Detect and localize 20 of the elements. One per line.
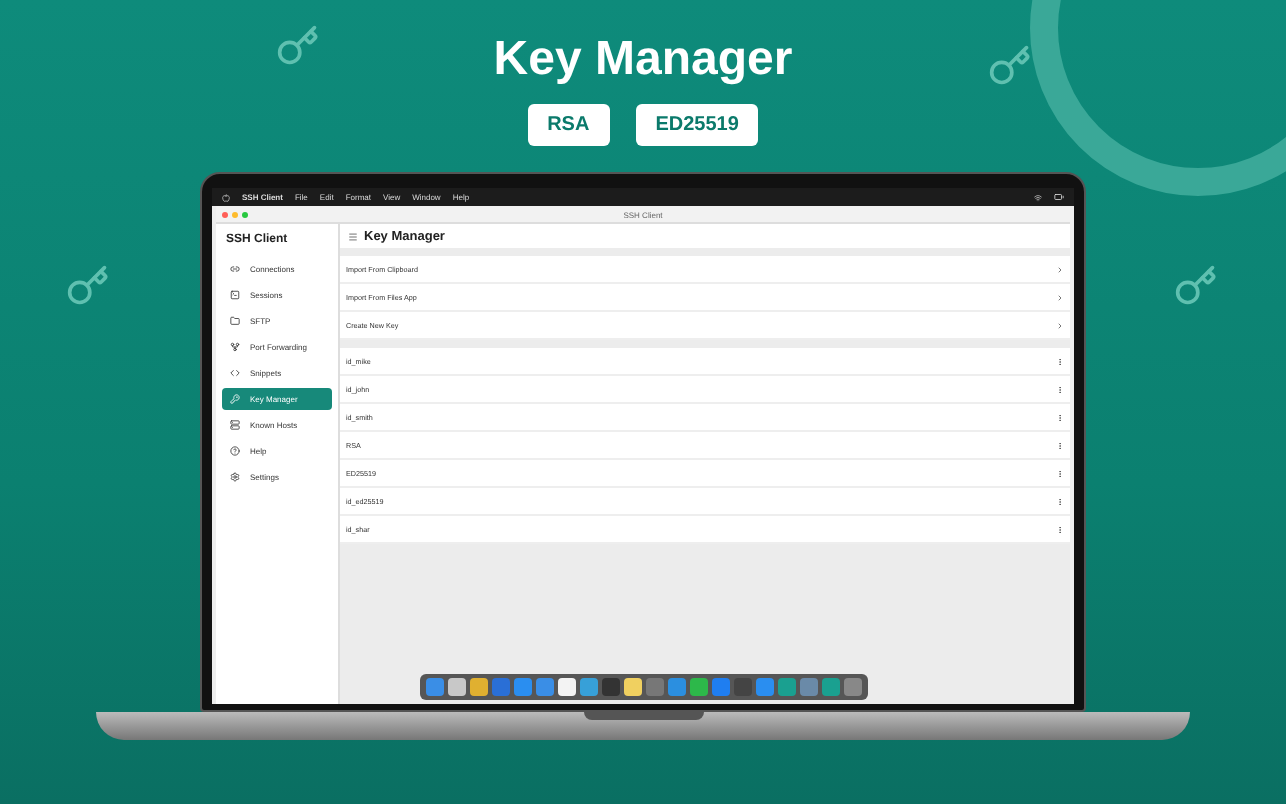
- key-icon: [1174, 264, 1218, 308]
- settings-icon: [230, 472, 240, 482]
- menu-icon[interactable]: [348, 231, 358, 241]
- headline: Key Manager: [493, 30, 793, 90]
- key-icon: [988, 44, 1032, 88]
- key-icon: [66, 264, 110, 308]
- battery-icon[interactable]: [1054, 192, 1064, 202]
- link-icon: [230, 264, 240, 274]
- key-type-button[interactable]: RSA: [527, 104, 610, 146]
- help-icon: [230, 446, 240, 456]
- terminal-icon: [230, 290, 240, 300]
- apple-icon[interactable]: [222, 193, 230, 201]
- key-icon: [230, 394, 240, 404]
- code-icon: [230, 368, 240, 378]
- key-icon: [276, 24, 320, 68]
- fork-icon: [230, 342, 240, 352]
- folder-icon: [230, 316, 240, 326]
- wifi-icon[interactable]: [1034, 193, 1042, 201]
- key-type-button[interactable]: ED25519: [635, 104, 759, 146]
- server-icon: [230, 420, 240, 430]
